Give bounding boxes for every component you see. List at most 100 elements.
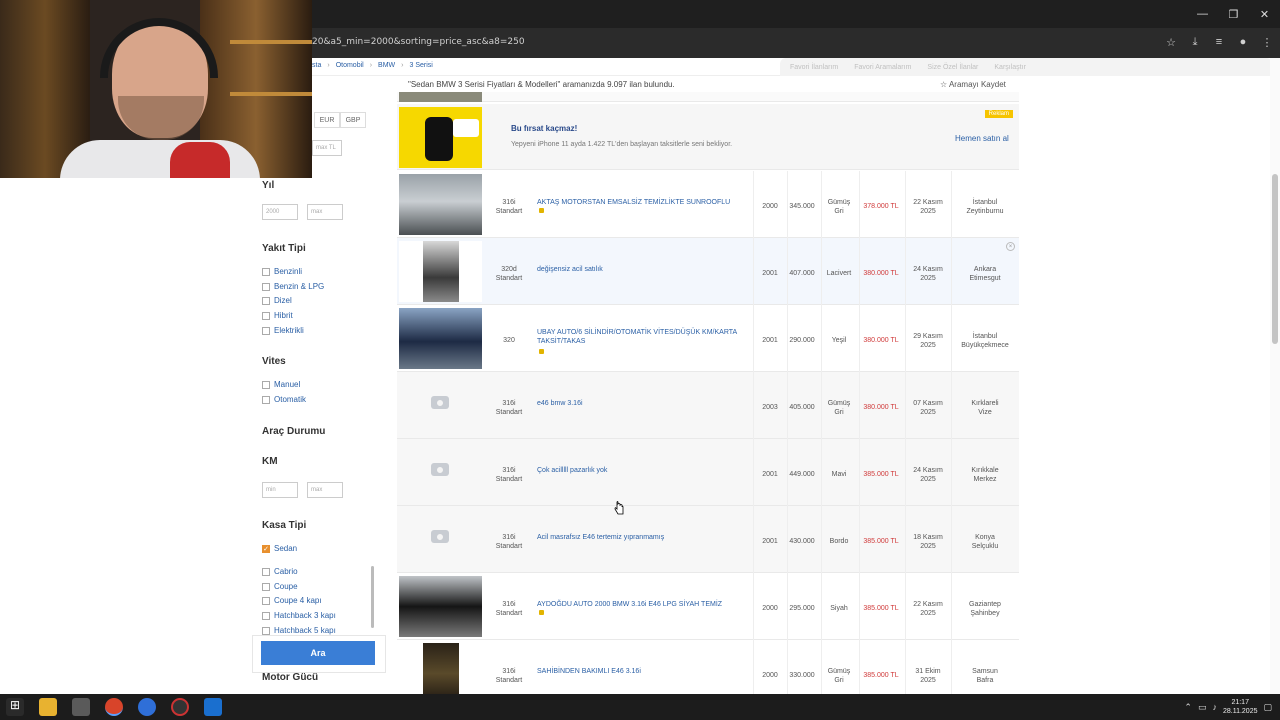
- engine-power-title[interactable]: Motor Gücü: [262, 672, 318, 683]
- listing-title[interactable]: UBAY AUTO/6 SİLİNDİR/OTOMATİK VİTES/DÜŞÜ…: [537, 328, 751, 346]
- volume-icon[interactable]: ♪: [1212, 702, 1217, 712]
- promo-link[interactable]: Hemen satın al: [955, 134, 1009, 143]
- gear-title: Vites: [262, 356, 286, 367]
- save-search-link[interactable]: ☆ Aramayı Kaydet: [940, 80, 1006, 89]
- currency-gbp-button[interactable]: GBP: [340, 112, 366, 128]
- column-divider: [951, 372, 952, 439]
- body-option[interactable]: Cabrio: [262, 567, 298, 576]
- sidebar-list-scrollbar[interactable]: [371, 566, 374, 628]
- listing-title[interactable]: e46 bmw 3.16i: [537, 399, 751, 408]
- fuel-option[interactable]: Benzin & LPG: [262, 282, 324, 291]
- column-divider: [859, 305, 860, 372]
- body-option[interactable]: Hatchback 5 kapı: [262, 626, 336, 635]
- listing-title[interactable]: AKTAŞ MOTORSTAN EMSALSİZ TEMİZLİKTE SUNR…: [537, 198, 751, 207]
- body-option[interactable]: Coupe: [262, 582, 298, 591]
- listing-row[interactable]: 316i Standart 2000 295.000 Siyah 385.000 TL 2…: [397, 573, 1019, 640]
- page-scrollbar-thumb[interactable]: [1272, 174, 1278, 344]
- close-window-button[interactable]: ✕: [1249, 0, 1280, 28]
- restore-button[interactable]: ❐: [1218, 0, 1249, 28]
- promo-image[interactable]: [399, 107, 482, 168]
- listing-photo[interactable]: [399, 308, 482, 369]
- checkbox[interactable]: [262, 380, 270, 389]
- fuel-option[interactable]: Dizel: [262, 296, 292, 305]
- listing-row[interactable]: 316i Standart 2001 430.000 Bordo 385.000 TL 1…: [397, 506, 1019, 573]
- listing-row[interactable]: 316i Standart 2003 405.000 Gümüş Gri 380.000…: [397, 372, 1019, 439]
- favorite-listings-link[interactable]: Favori İlanlarım: [790, 64, 838, 71]
- download-icon[interactable]: ⤓: [1188, 35, 1202, 49]
- km-max-input[interactable]: max: [307, 482, 343, 498]
- km-title: KM: [262, 456, 278, 467]
- results-info: "Sedan BMW 3 Serisi Fiyatları & Modeller…: [408, 80, 675, 89]
- listing-title[interactable]: SAHİBİNDEN BAKIMLI E46 3.16i: [537, 667, 751, 676]
- checkbox[interactable]: [262, 326, 270, 335]
- obs-icon[interactable]: [171, 698, 189, 716]
- special-listings-link[interactable]: Size Özel İlanlar: [927, 64, 978, 71]
- breadcrumb-item[interactable]: BMW: [378, 62, 395, 69]
- body-option[interactable]: Coupe 4 kapı: [262, 596, 322, 605]
- condition-title[interactable]: Araç Durumu: [262, 426, 325, 437]
- checkbox-checked[interactable]: ✓: [262, 544, 270, 553]
- listing-photo[interactable]: [399, 241, 482, 302]
- file-explorer-icon[interactable]: [39, 698, 57, 716]
- listing-title[interactable]: Acil masrafsız E46 tertemiz yıpranmamış: [537, 533, 751, 542]
- km-min-input[interactable]: min: [262, 482, 298, 498]
- year-max-input[interactable]: max: [307, 204, 343, 220]
- breadcrumb-item[interactable]: Otomobil: [336, 62, 364, 69]
- listing-photo[interactable]: [399, 92, 482, 102]
- windows-start-icon[interactable]: ⊞: [6, 698, 24, 716]
- note-icon: [539, 208, 544, 213]
- page-scrollbar[interactable]: [1270, 58, 1280, 694]
- checkbox[interactable]: [262, 596, 270, 605]
- compare-link[interactable]: Karşılaştır: [994, 64, 1026, 71]
- fuel-option[interactable]: Benzinli: [262, 267, 302, 276]
- close-icon[interactable]: ×: [1006, 242, 1015, 251]
- checkbox[interactable]: [262, 567, 270, 576]
- listing-row[interactable]: 320 2001 290.000 Yeşil 380.000 TL 29 Kasım 20…: [397, 305, 1019, 372]
- listing-title[interactable]: Çok acilllll pazarlık yok: [537, 466, 751, 475]
- gear-option[interactable]: Otomatik: [262, 395, 306, 404]
- listing-row[interactable]: 316i Standart 2000 345.000 Gümüş Gri 378.000…: [397, 171, 1019, 238]
- checkbox[interactable]: [262, 395, 270, 404]
- listing-row[interactable]: 320d Standart 2001 407.000 Lacivert 380.000 …: [397, 238, 1019, 305]
- star-icon[interactable]: ☆: [1164, 35, 1178, 49]
- search-button[interactable]: Ara: [261, 641, 375, 665]
- app-icon[interactable]: [72, 698, 90, 716]
- listing-photo[interactable]: [399, 174, 482, 235]
- year-min-input[interactable]: 2000: [262, 204, 298, 220]
- price-max-input[interactable]: max TL: [312, 140, 342, 156]
- checkbox[interactable]: [262, 296, 270, 305]
- currency-eur-button[interactable]: EUR: [314, 112, 340, 128]
- checkbox[interactable]: [262, 267, 270, 276]
- more-icon[interactable]: ⋮: [1260, 35, 1274, 49]
- breadcrumb-item[interactable]: 3 Serisi: [410, 62, 433, 69]
- app-icon[interactable]: [138, 698, 156, 716]
- chevron-up-icon[interactable]: ⌃: [1184, 702, 1192, 713]
- checkbox[interactable]: [262, 626, 270, 635]
- body-option[interactable]: Hatchback 3 kapı: [262, 611, 336, 620]
- network-icon[interactable]: ▭: [1198, 702, 1207, 713]
- url-field[interactable]: 20&a5_min=2000&sorting=price_asc&a8=250: [312, 37, 525, 47]
- breadcrumb-item[interactable]: sta: [312, 62, 321, 69]
- minimize-button[interactable]: —: [1187, 0, 1218, 28]
- fuel-option[interactable]: Elektrikli: [262, 326, 304, 335]
- listing-title[interactable]: değişensiz acil satılık: [537, 265, 751, 274]
- listing-title[interactable]: AYDOĞDU AUTO 2000 BMW 3.16i E46 LPG SİYA…: [537, 600, 751, 609]
- clock[interactable]: 21:17 28.11.2025: [1223, 698, 1258, 716]
- listing-photo[interactable]: [399, 576, 482, 637]
- checkbox[interactable]: [262, 611, 270, 620]
- menu-list-icon[interactable]: ≡: [1212, 35, 1226, 49]
- checkbox[interactable]: [262, 282, 270, 291]
- favorite-searches-link[interactable]: Favori Aramalarım: [854, 64, 911, 71]
- chrome-icon[interactable]: [105, 698, 123, 716]
- body-option-selected[interactable]: ✓ Sedan: [262, 544, 297, 553]
- steam-icon[interactable]: [204, 698, 222, 716]
- listing-row[interactable]: 316i Standart 2001 449.000 Mavi 385.000 TL 24…: [397, 439, 1019, 506]
- checkbox[interactable]: [262, 311, 270, 320]
- date-cell: 18 Kasım 2025: [913, 534, 943, 550]
- profile-icon[interactable]: ●: [1236, 35, 1250, 49]
- fuel-option[interactable]: Hibrit: [262, 311, 293, 320]
- checkbox[interactable]: [262, 582, 270, 591]
- notification-icon[interactable]: ▢: [1263, 702, 1272, 713]
- gear-option[interactable]: Manuel: [262, 380, 300, 389]
- promo-row[interactable]: Bu fırsat kaçmaz! Yepyeni iPhone 11 ayda…: [397, 104, 1019, 170]
